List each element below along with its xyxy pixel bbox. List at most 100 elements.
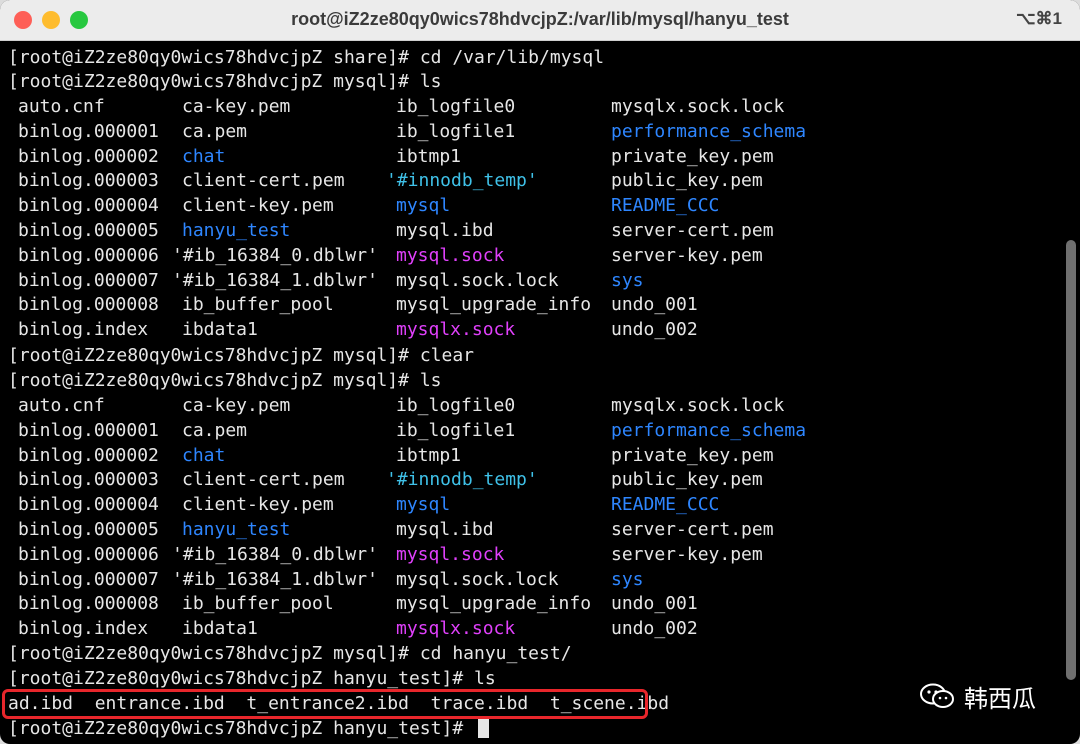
file-entry: ib_logfile0	[396, 96, 516, 117]
listing-row: binlog.000001 ca.pem ib_logfile1 performanc…	[8, 419, 1048, 443]
file-entry: hanyu_test	[182, 519, 291, 540]
listing-row: binlog.000002 chat ibtmp1 private_key.pem	[8, 145, 1048, 169]
command: ls	[419, 370, 442, 391]
file-entry: undo_002	[611, 618, 698, 640]
command: cd /var/lib/mysql	[419, 47, 605, 68]
listing-row: binlog.index ibdata1 mysqlx.sock undo_002	[8, 318, 1048, 342]
file-entry: mysqlx.sock.lock	[611, 96, 785, 117]
command-line: [root@iZ2ze80qy0wics78hdvcjpZ mysql]# ls	[8, 369, 442, 393]
file-entry: binlog.000007	[18, 269, 159, 291]
file-entry: binlog.000005	[18, 519, 159, 540]
command-line: [root@iZ2ze80qy0wics78hdvcjpZ mysql]# cd…	[8, 642, 572, 666]
window-title: root@iZ2ze80qy0wics78hdvcjpZ:/var/lib/my…	[291, 9, 789, 29]
scrollbar[interactable]	[1066, 240, 1076, 680]
file-entry: binlog.000006	[18, 543, 159, 565]
listing-row: binlog.000004 client-key.pem mysql README_C…	[8, 493, 1048, 517]
file-entry: server-key.pem	[611, 543, 763, 565]
listing-row: binlog.000004 client-key.pem mysql README_C…	[8, 194, 1048, 218]
file-entry: ib_logfile1	[396, 419, 516, 441]
listing-row: binlog.000003 client-cert.pem '#innodb_tem…	[8, 169, 1048, 193]
listing-row: binlog.000008 ib_buffer_pool mysql_upgrade…	[8, 293, 1048, 317]
file-entry: mysql.sock.lock	[396, 269, 559, 291]
file-entry: binlog.000008	[18, 294, 159, 316]
file-entry: hanyu_test	[182, 220, 291, 241]
file-entry: private_key.pem	[611, 444, 774, 466]
file-entry: performance_schema	[611, 419, 807, 441]
file-entry: '#ib_16384_0.dblwr'	[172, 244, 378, 266]
command: ls	[474, 668, 496, 689]
file-entry: ca-key.pem	[182, 96, 291, 117]
wechat-icon	[920, 683, 954, 708]
file-entry: README_CCC	[611, 195, 720, 217]
file-entry: mysqlx.sock	[396, 618, 516, 640]
file-entry: ca.pem	[182, 120, 248, 142]
file-entry: '#ib_16384_0.dblwr'	[172, 543, 378, 565]
file-entry: client-key.pem	[182, 195, 334, 217]
file-entry: mysql_upgrade_info	[396, 294, 592, 316]
file-entry: binlog.000002	[18, 444, 159, 466]
command-line: [root@iZ2ze80qy0wics78hdvcjpZ hanyu_test…	[8, 667, 496, 691]
file-entry: chat	[182, 444, 226, 466]
file-entry: mysqlx.sock.lock	[611, 395, 785, 416]
file-entry: mysql.sock	[396, 244, 505, 266]
file-entry: public_key.pem	[611, 170, 763, 192]
listing-row: binlog.000006 '#ib_16384_0.dblwr' mysql.so…	[8, 244, 1048, 268]
file-entry: mysql_upgrade_info	[396, 593, 592, 615]
file-entry: ibdata1	[182, 618, 258, 640]
file-entry: '#ib_16384_1.dblwr'	[172, 568, 378, 590]
watermark-label: 韩西瓜	[964, 684, 1036, 713]
file-entry: binlog.index	[18, 618, 149, 640]
file-entry: binlog.000005	[18, 220, 159, 241]
prompt: [root@iZ2ze80qy0wics78hdvcjpZ mysql]#	[8, 345, 420, 366]
prompt: [root@iZ2ze80qy0wics78hdvcjpZ mysql]#	[8, 643, 420, 664]
command-line: [root@iZ2ze80qy0wics78hdvcjpZ hanyu_test…	[8, 717, 489, 741]
file-entry: ca-key.pem	[182, 395, 291, 416]
file-entry: binlog.000003	[18, 469, 159, 491]
file-entry: '#ib_16384_1.dblwr'	[172, 269, 378, 291]
file-entry: README_CCC	[611, 494, 720, 516]
file-entry: mysql	[396, 494, 451, 516]
file-entry: undo_001	[611, 593, 698, 615]
file-entry: mysqlx.sock	[396, 319, 516, 341]
command: clear	[419, 345, 474, 366]
command: cd hanyu_test/	[419, 643, 572, 664]
listing-row: binlog.000007 '#ib_16384_1.dblwr' mysql.so…	[8, 568, 1048, 592]
command-line: [root@iZ2ze80qy0wics78hdvcjpZ mysql]# ls	[8, 70, 442, 94]
terminal-content[interactable]: [root@iZ2ze80qy0wics78hdvcjpZ share]# cd…	[8, 44, 1060, 744]
file-entry: ib_buffer_pool	[182, 294, 334, 316]
file-entry: binlog.000007	[18, 568, 159, 590]
watermark: 韩西瓜	[920, 680, 1036, 713]
file-entry: ib_buffer_pool	[182, 593, 334, 615]
command-line: [root@iZ2ze80qy0wics78hdvcjpZ share]# cd…	[8, 46, 604, 70]
listing-row: auto.cnf ca-key.pem ib_logfile0 mysqlx.sock…	[8, 394, 1048, 418]
command: ls	[419, 71, 442, 92]
file-entry: mysql.ibd	[396, 220, 494, 241]
file-entry: mysql.sock	[396, 543, 505, 565]
text-cursor	[478, 717, 489, 738]
file-entry: chat	[182, 145, 226, 167]
file-entry: ca.pem	[182, 419, 248, 441]
file-entry: mysql.ibd	[396, 519, 494, 540]
file-entry: ib_logfile0	[396, 395, 516, 416]
file-entry: '#innodb_temp'	[386, 469, 538, 491]
window-shortcut: ⌥⌘1	[1015, 9, 1062, 28]
prompt: [root@iZ2ze80qy0wics78hdvcjpZ mysql]#	[8, 370, 420, 391]
file-entry: ibdata1	[182, 319, 258, 341]
file-entry: server-cert.pem	[611, 220, 774, 241]
file-entry: binlog.000004	[18, 494, 159, 516]
file-entry: sys	[611, 568, 644, 590]
listing-row: binlog.000005 hanyu_test mysql.ibd server-c…	[8, 518, 1048, 542]
prompt: [root@iZ2ze80qy0wics78hdvcjpZ hanyu_test…	[8, 718, 474, 739]
file-entry: binlog.000002	[18, 145, 159, 167]
file-entry: ibtmp1	[396, 444, 462, 466]
listing-row: auto.cnf ca-key.pem ib_logfile0 mysqlx.sock…	[8, 95, 1048, 119]
file-entry: server-key.pem	[611, 244, 763, 266]
file-entry: public_key.pem	[611, 469, 763, 491]
prompt: [root@iZ2ze80qy0wics78hdvcjpZ hanyu_test…	[8, 668, 474, 689]
file-entry: undo_002	[611, 319, 698, 341]
listing-row: binlog.000005 hanyu_test mysql.ibd server-c…	[8, 219, 1048, 243]
file-entry: binlog.000006	[18, 244, 159, 266]
file-entry: performance_schema	[611, 120, 807, 142]
file-entry: server-cert.pem	[611, 519, 774, 540]
file-entry: mysql	[396, 195, 451, 217]
